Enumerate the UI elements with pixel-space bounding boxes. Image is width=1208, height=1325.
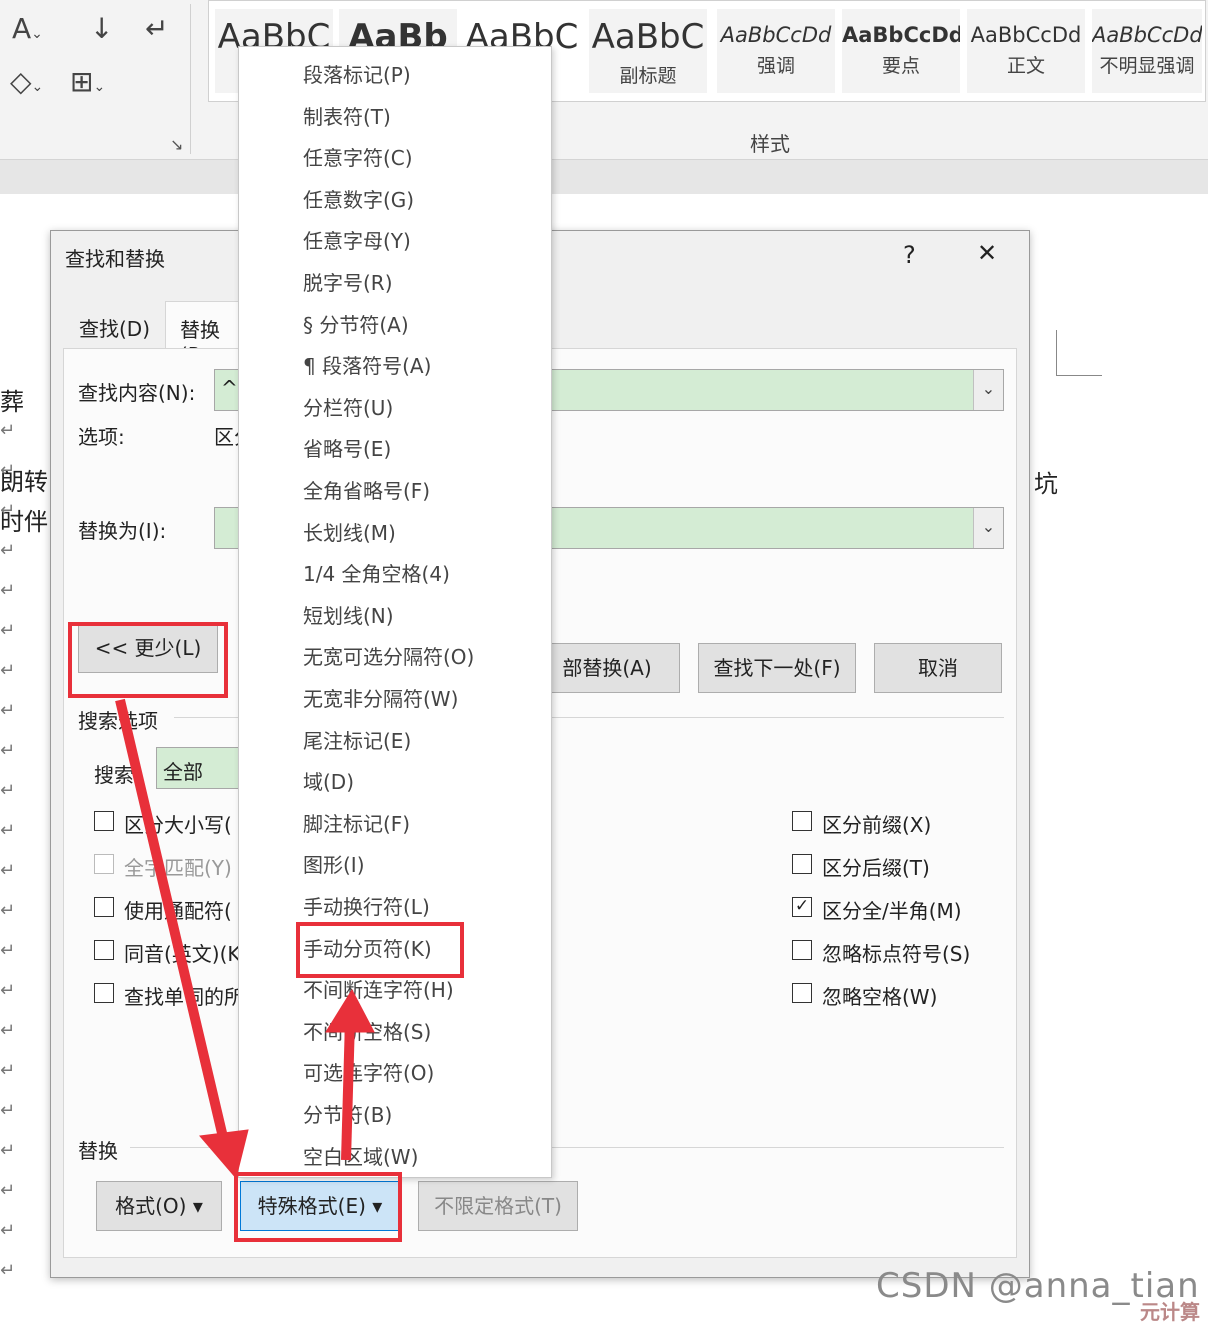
arrow-down-head [199, 1129, 249, 1180]
arrow-up-head [325, 988, 375, 1033]
arrow-up-line [341, 1019, 355, 1161]
corner-watermark: 元计算 [1140, 1300, 1200, 1324]
arrow-down-line [115, 698, 231, 1152]
annotation-arrows [115, 698, 375, 1180]
